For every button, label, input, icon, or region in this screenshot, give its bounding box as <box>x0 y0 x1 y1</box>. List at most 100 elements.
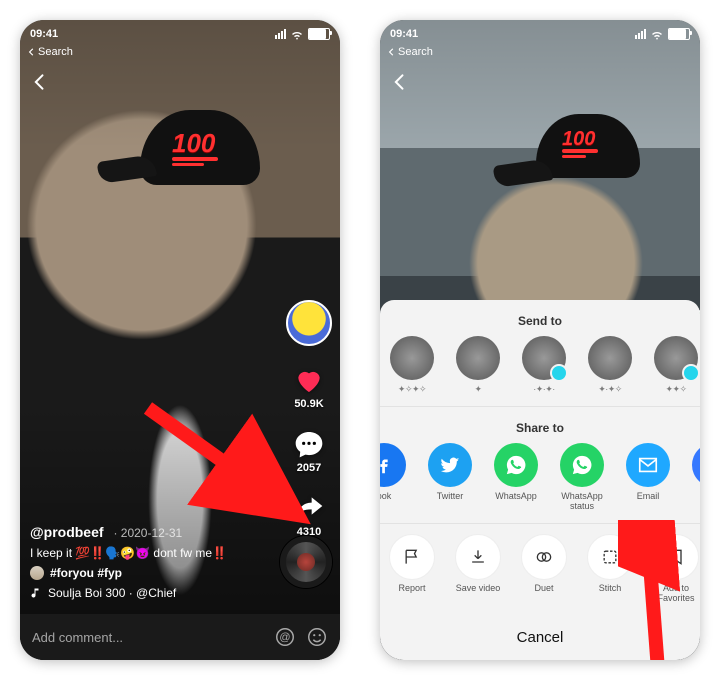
share-target-whatsapp_status[interactable]: WhatsApp status <box>556 443 608 511</box>
action-stitch[interactable]: Stitch <box>584 534 636 604</box>
comments-button[interactable]: 2057 <box>293 428 325 474</box>
cap-100-graphic: 100 <box>562 128 598 158</box>
facebook-icon <box>380 443 406 487</box>
mini-avatar-icon <box>30 566 44 580</box>
phone-video-view: 100 09:41 Search 50.9K 2057 4310 <box>20 20 340 660</box>
hashtag-line[interactable]: #foryou #fyp <box>30 566 270 580</box>
share-target-other[interactable]: Other <box>688 443 700 511</box>
whatsapp_status-icon <box>560 443 604 487</box>
status-indicators <box>275 27 330 41</box>
share-to-title: Share to <box>380 421 700 435</box>
cap-100-graphic: 100 <box>172 128 218 166</box>
twitter-icon <box>428 443 472 487</box>
status-bar: 09:41 <box>380 20 700 48</box>
share-button[interactable]: 4310 <box>293 492 325 538</box>
contacts-row[interactable]: ✦✧✦✧ ✦ ·✦·✦· ✦·✦✧ ✦✦✧ <box>380 336 700 394</box>
action-label: Stitch <box>599 584 622 594</box>
comment-bar: Add comment... @ <box>20 614 340 660</box>
contact-item[interactable]: ✦✧✦✧ <box>386 336 438 394</box>
share-target-label: Email <box>637 491 660 501</box>
mention-icon[interactable]: @ <box>274 626 296 648</box>
like-button[interactable]: 50.9K <box>293 364 325 410</box>
music-line[interactable]: Soulja Boi 300 · @Chief <box>30 586 270 600</box>
action-favorites[interactable]: Add to Favorites <box>650 534 700 604</box>
share-icon <box>293 492 325 524</box>
wifi-icon <box>290 27 304 41</box>
contact-avatar <box>654 336 698 380</box>
stitch-icon <box>587 534 633 580</box>
duet-icon <box>521 534 567 580</box>
cellular-icon <box>275 29 286 39</box>
phone-share-sheet: 100 09:41 Search Send to ✦✧✦✧✦·✦·✦·✦·✦✧✦… <box>380 20 700 660</box>
cellular-icon <box>635 29 646 39</box>
like-count: 50.9K <box>294 398 323 410</box>
action-duet[interactable]: Duet <box>518 534 570 604</box>
action-label: Report <box>398 584 425 594</box>
share-target-label: Twitter <box>437 491 464 501</box>
contact-name: ✦·✦✧ <box>598 384 622 394</box>
author-avatar[interactable] <box>286 300 332 346</box>
share-target-facebook[interactable]: ook <box>380 443 410 511</box>
share-target-label: WhatsApp status <box>556 491 608 511</box>
share-sheet: Send to ✦✧✦✧ ✦ ·✦·✦· ✦·✦✧ ✦✦✧ Share to ook Tw… <box>380 300 700 660</box>
svg-text:@: @ <box>279 632 290 644</box>
status-time: 09:41 <box>30 28 58 40</box>
send-to-title: Send to <box>380 314 700 328</box>
contact-avatar <box>390 336 434 380</box>
contact-name: ✦✧✦✧ <box>398 384 426 394</box>
action-save[interactable]: Save video <box>452 534 504 604</box>
battery-icon <box>668 28 690 40</box>
contact-avatar <box>522 336 566 380</box>
actions-row[interactable]: Report Save video Duet Stitch Add to Favorit… <box>380 528 700 604</box>
comment-count: 2057 <box>297 462 321 474</box>
hashtags: #foryou #fyp <box>50 566 122 580</box>
comment-input[interactable]: Add comment... <box>32 630 264 645</box>
author-line[interactable]: @prodbeef · 2020-12-31 <box>30 524 270 540</box>
contact-name: ✦ <box>474 384 481 394</box>
emoji-icon[interactable] <box>306 626 328 648</box>
actions-section: Report Save video Duet Stitch Add to Favorit… <box>380 524 700 616</box>
action-report[interactable]: Report <box>386 534 438 604</box>
save-icon <box>455 534 501 580</box>
action-rail: 50.9K 2057 4310 <box>284 300 334 538</box>
contact-avatar <box>588 336 632 380</box>
music-note-icon <box>30 587 42 599</box>
contact-name: ·✦·✦· <box>533 384 555 394</box>
action-label: Save video <box>456 584 501 594</box>
report-icon <box>389 534 435 580</box>
whatsapp-icon <box>494 443 538 487</box>
post-date: · 2020-12-31 <box>113 526 182 540</box>
video-caption: I keep it 💯‼️🗣️🤪😈 dont fw me‼️ <box>30 546 270 560</box>
email-icon <box>626 443 670 487</box>
contact-item[interactable]: ✦ <box>452 336 504 394</box>
favorites-icon <box>653 534 699 580</box>
share-to-section: Share to ook Twitter WhatsApp WhatsApp stat… <box>380 407 700 524</box>
contact-item[interactable]: ·✦·✦· <box>518 336 570 394</box>
battery-icon <box>308 28 330 40</box>
music-text: Soulja Boi 300 · @Chief <box>48 586 176 600</box>
contact-name: ✦✦✧ <box>665 384 686 394</box>
share-target-whatsapp[interactable]: WhatsApp <box>490 443 542 511</box>
video-meta: @prodbeef · 2020-12-31 I keep it 💯‼️🗣️🤪😈… <box>30 524 270 600</box>
contact-item[interactable]: ✦·✦✧ <box>584 336 636 394</box>
status-time: 09:41 <box>390 28 418 40</box>
status-indicators <box>635 27 690 41</box>
heart-icon <box>293 364 325 396</box>
cancel-button[interactable]: Cancel <box>380 616 700 660</box>
share-target-email[interactable]: Email <box>622 443 674 511</box>
back-to-search[interactable]: Search <box>28 46 73 58</box>
share-target-twitter[interactable]: Twitter <box>424 443 476 511</box>
share-targets-row[interactable]: ook Twitter WhatsApp WhatsApp status Email Ot… <box>380 443 700 511</box>
back-button[interactable] <box>390 72 410 95</box>
back-button[interactable] <box>30 72 50 95</box>
share-target-label: ook <box>380 491 391 501</box>
share-target-label: WhatsApp <box>495 491 537 501</box>
wifi-icon <box>650 27 664 41</box>
back-to-search[interactable]: Search <box>388 46 433 58</box>
status-bar: 09:41 <box>20 20 340 48</box>
comment-icon <box>293 428 325 460</box>
contact-avatar <box>456 336 500 380</box>
other-icon <box>692 443 700 487</box>
sound-disc[interactable] <box>280 536 332 588</box>
contact-item[interactable]: ✦✦✧ <box>650 336 700 394</box>
